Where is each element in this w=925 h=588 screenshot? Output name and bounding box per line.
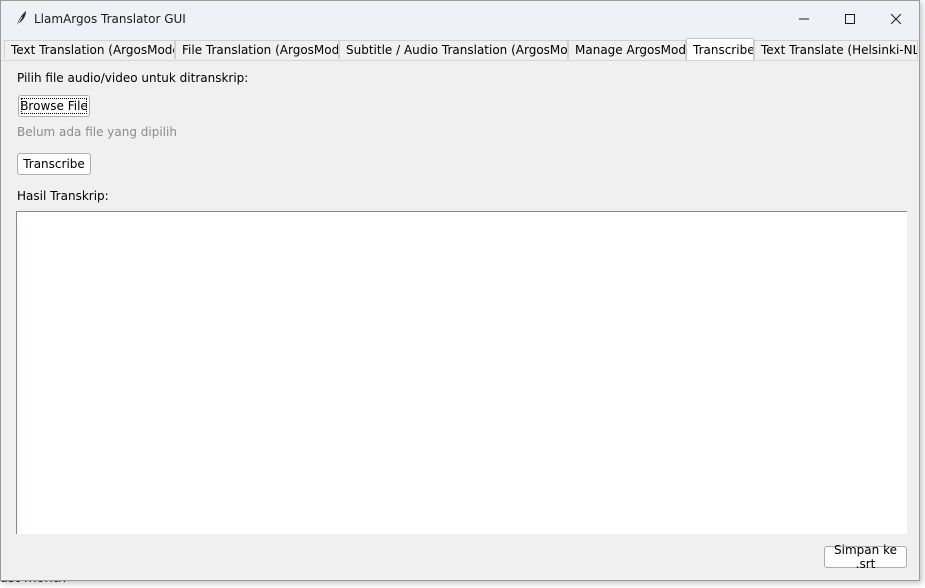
choose-file-label: Pilih file audio/video untuk ditranskrip… <box>17 71 249 85</box>
maximize-button[interactable] <box>827 1 873 37</box>
save-srt-button[interactable]: Simpan ke .srt <box>824 543 907 571</box>
result-label: Hasil Transkrip: <box>17 189 109 203</box>
minimize-button[interactable] <box>781 1 827 37</box>
title-bar[interactable]: LlamArgos Translator GUI <box>1 1 919 37</box>
close-button[interactable] <box>873 1 919 37</box>
tab-helsinki-translate[interactable]: Text Translate (Helsinki-NLP) <box>754 40 918 59</box>
tab-file-translation[interactable]: File Translation (ArgosModel) <box>175 40 339 59</box>
app-window: LlamArgos Translator GUI Text Translatio… <box>0 0 920 581</box>
tab-bar: Text Translation (ArgosModel) File Trans… <box>1 38 919 61</box>
tab-text-translation[interactable]: Text Translation (ArgosModel) <box>4 40 175 59</box>
close-icon <box>891 14 901 24</box>
tab-subtitle-audio-translation[interactable]: Subtitle / Audio Translation (ArgosModel… <box>339 40 568 59</box>
transcribe-button[interactable]: Transcribe <box>17 153 91 175</box>
tab-transcriber[interactable]: Transcriber <box>686 38 754 60</box>
window-title: LlamArgos Translator GUI <box>34 12 186 26</box>
transcript-textarea[interactable] <box>16 211 907 534</box>
minimize-icon <box>799 18 809 20</box>
maximize-icon <box>845 14 855 24</box>
browse-file-button[interactable]: Browse File <box>18 95 90 117</box>
feather-icon <box>13 10 29 28</box>
file-status-text: Belum ada file yang dipilih <box>17 125 177 139</box>
tab-manage-argosmodel[interactable]: Manage ArgosModel <box>568 40 686 59</box>
